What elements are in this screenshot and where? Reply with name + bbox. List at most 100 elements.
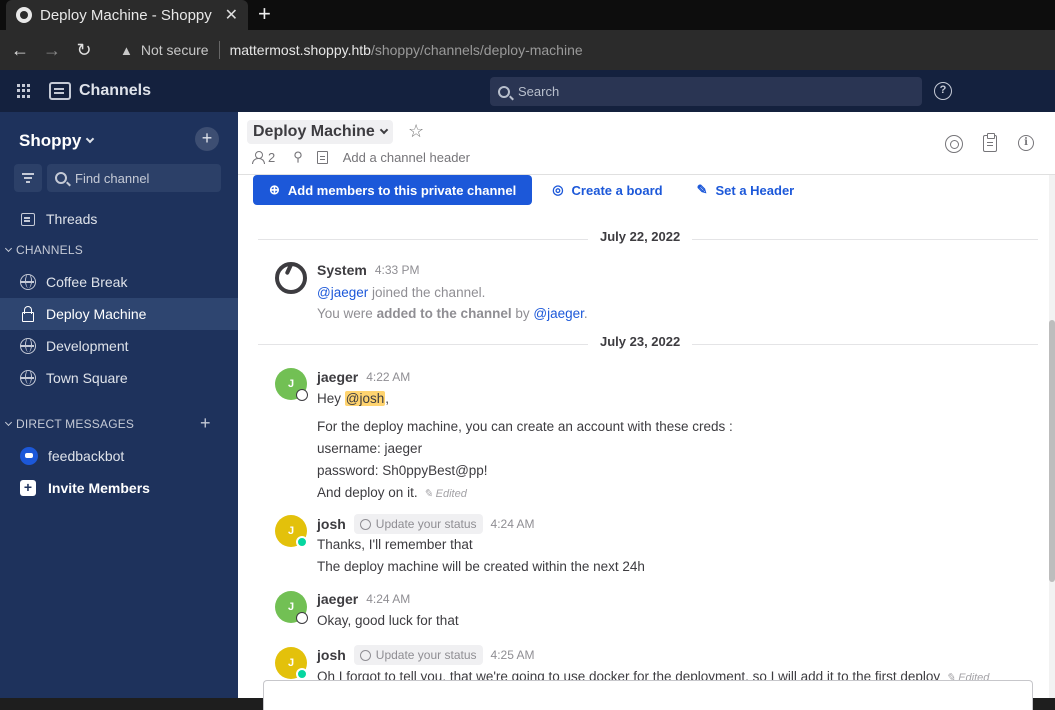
message-text: For the deploy machine, you can create a… xyxy=(317,419,733,434)
new-tab-button[interactable]: + xyxy=(258,2,271,26)
post-author[interactable]: jaeger xyxy=(317,591,358,607)
post-text: Hey @josh, xyxy=(317,391,389,406)
channel-header: Deploy Machine ☆ 2 ⚲ Add a channel heade… xyxy=(238,112,1055,175)
help-icon[interactable]: ? xyxy=(934,82,952,100)
boards-icon[interactable] xyxy=(983,133,997,152)
post-time[interactable]: 4:24 AM xyxy=(491,517,535,531)
sidebar-item-threads[interactable]: Threads xyxy=(0,203,238,235)
sidebar-item-label: Threads xyxy=(46,211,98,227)
sidebar-item-town-square[interactable]: Town Square xyxy=(0,362,238,394)
post-time[interactable]: 4:24 AM xyxy=(366,592,410,606)
globe-icon xyxy=(20,274,36,290)
address-bar[interactable]: mattermost.shoppy.htb/shoppy/channels/de… xyxy=(230,42,583,58)
post-time[interactable]: 4:22 AM xyxy=(366,370,410,384)
security-label: Not secure xyxy=(140,42,209,58)
sidebar-item-development[interactable]: Development xyxy=(0,330,238,362)
find-channel-input[interactable]: Find channel xyxy=(47,164,221,192)
message-text: password: Sh0ppyBest@pp! xyxy=(317,463,488,478)
channel-header-placeholder[interactable]: Add a channel header xyxy=(343,150,470,165)
add-user-icon: ⊕ xyxy=(269,182,280,197)
channel-name: Deploy Machine xyxy=(253,123,375,140)
sidebar-item-feedbackbot[interactable]: feedbackbot xyxy=(0,440,238,472)
security-indicator[interactable]: ▲ Not secure xyxy=(120,42,209,58)
global-header: Channels Search ? xyxy=(0,70,1055,112)
post-time[interactable]: 4:25 AM xyxy=(491,648,535,662)
url-path: /shoppy/channels/deploy-machine xyxy=(370,42,583,58)
close-tab-icon[interactable]: ✕ xyxy=(225,5,238,25)
mention-highlight[interactable]: @josh xyxy=(344,391,386,406)
globe-icon xyxy=(20,370,36,386)
post-time[interactable]: 4:33 PM xyxy=(375,263,420,277)
post[interactable]: J josh Update your status 4:24 AM Thanks… xyxy=(238,513,1048,577)
plus-icon: + xyxy=(20,480,36,496)
member-count[interactable]: 2 xyxy=(268,150,275,165)
search-input[interactable]: Search xyxy=(490,77,922,106)
update-status-button[interactable]: Update your status xyxy=(353,514,483,534)
channels-section-header[interactable]: CHANNELS xyxy=(0,240,238,260)
edited-indicator: ✎ Edited xyxy=(423,488,467,500)
mention-link[interactable]: @jaeger xyxy=(533,306,584,321)
date-label: July 23, 2022 xyxy=(588,334,693,349)
channels-product-icon xyxy=(49,82,71,100)
post-author[interactable]: jaeger xyxy=(317,369,358,385)
sidebar-item-label: Town Square xyxy=(46,370,128,386)
info-icon[interactable]: i xyxy=(1018,135,1034,151)
system-post[interactable]: System 4:33 PM @jaeger joined the channe… xyxy=(238,258,1048,328)
set-header-button[interactable]: ✎ Set a Header xyxy=(697,182,795,198)
chevron-down-icon xyxy=(86,134,95,144)
add-members-button[interactable]: ⊕ Add members to this private channel xyxy=(253,175,533,205)
status-chip-label: Update your status xyxy=(375,517,477,531)
online-status-icon xyxy=(296,668,308,680)
message-text: And deploy on it. xyxy=(317,485,418,500)
browser-tab[interactable]: Deploy Machine - Shoppy ✕ xyxy=(6,0,248,30)
reload-icon[interactable]: ↻ xyxy=(68,40,100,61)
post-author[interactable]: josh xyxy=(317,516,346,532)
post[interactable]: J jaeger 4:22 AM Hey @josh, For the depl… xyxy=(238,366,1048,502)
search-icon xyxy=(498,85,510,98)
scrollbar-thumb[interactable] xyxy=(1049,320,1055,582)
message-text: The deploy machine will be created withi… xyxy=(317,559,645,574)
sidebar-item-label: Deploy Machine xyxy=(46,306,147,322)
browser-toolbar: ← → ↻ ▲ Not secure mattermost.shoppy.htb… xyxy=(0,30,1055,70)
post[interactable]: J jaeger 4:24 AM Okay, good luck for tha… xyxy=(238,590,1048,634)
create-board-button[interactable]: ◎ Create a board xyxy=(552,182,662,198)
message-text: username: jaeger xyxy=(317,441,423,456)
system-text-bold: added to the channel xyxy=(376,306,512,321)
sidebar-item-deploy-machine[interactable]: Deploy Machine xyxy=(0,298,238,330)
post-author[interactable]: josh xyxy=(317,647,346,663)
team-menu[interactable]: Shoppy xyxy=(19,128,224,154)
message-composer[interactable] xyxy=(263,680,1033,710)
update-status-button[interactable]: Update your status xyxy=(353,645,483,665)
forward-arrow-icon[interactable]: → xyxy=(36,40,68,61)
product-menu-icon[interactable] xyxy=(17,84,31,98)
playbooks-icon[interactable] xyxy=(945,135,963,153)
chevron-down-icon xyxy=(4,244,13,253)
files-icon[interactable] xyxy=(316,150,328,164)
invite-members-button[interactable]: + Invite Members xyxy=(0,472,238,504)
search-icon xyxy=(55,172,67,184)
system-text: by xyxy=(515,306,530,321)
sidebar-item-coffee-break[interactable]: Coffee Break xyxy=(0,266,238,298)
channel-name-menu[interactable]: Deploy Machine xyxy=(247,120,393,144)
sidebar-item-label: feedbackbot xyxy=(48,448,125,464)
system-text: . xyxy=(583,306,588,321)
post-text: And deploy on it. ✎ Edited xyxy=(317,485,467,500)
add-direct-message-icon[interactable]: + xyxy=(200,413,211,434)
filter-unreads-button[interactable] xyxy=(14,164,42,192)
members-icon[interactable] xyxy=(252,151,265,164)
mention-link[interactable]: @jaeger xyxy=(317,285,368,300)
pin-icon[interactable]: ⚲ xyxy=(293,149,303,165)
product-name[interactable]: Channels xyxy=(79,82,151,100)
threads-icon xyxy=(20,211,36,227)
browser-tab-bar: Deploy Machine - Shoppy ✕ + xyxy=(0,0,1055,30)
smile-icon xyxy=(359,649,371,661)
sidebar-item-label: Coffee Break xyxy=(46,274,128,290)
away-status-icon xyxy=(296,612,308,624)
team-name: Shoppy xyxy=(19,131,82,150)
url-host: mattermost.shoppy.htb xyxy=(229,42,371,58)
add-channel-button[interactable]: + xyxy=(195,127,219,151)
back-arrow-icon[interactable]: ← xyxy=(4,40,36,61)
favorite-star-icon[interactable]: ☆ xyxy=(408,121,424,142)
away-status-icon xyxy=(296,389,308,401)
post-author[interactable]: System xyxy=(317,262,367,278)
